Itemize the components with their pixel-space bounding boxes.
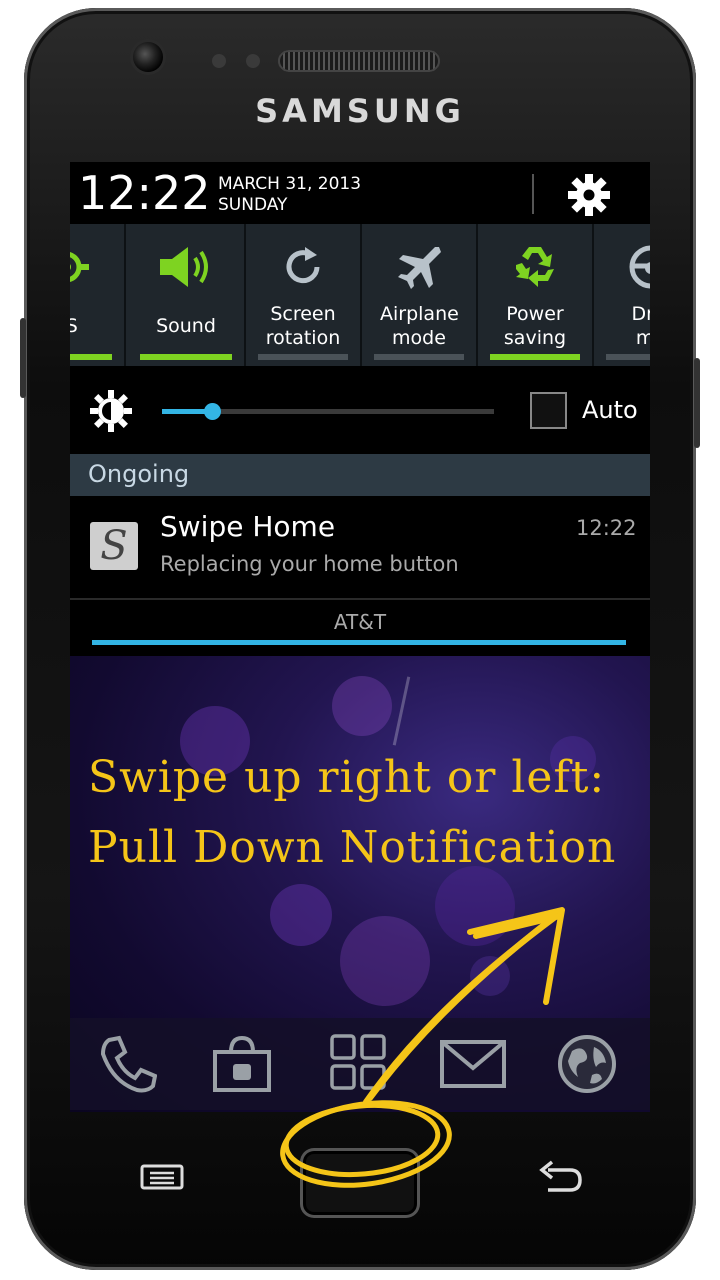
settings-gear-icon[interactable] [566, 172, 612, 218]
toggle-indicator [258, 354, 348, 360]
toggle-label: Driv mo [631, 303, 650, 349]
carrier-footer: AT&T [70, 600, 650, 656]
toggle-label: Airplane mode [380, 303, 459, 349]
toggle-label: Sound [156, 315, 216, 337]
brightness-slider[interactable] [162, 403, 494, 420]
earpiece-speaker [278, 50, 440, 72]
front-camera [133, 42, 163, 72]
phone-icon [100, 1035, 157, 1093]
dock-play-store[interactable] [207, 1032, 277, 1096]
light-sensor [246, 54, 260, 68]
instruction-line-2: Pull Down Notification [88, 822, 617, 873]
toggle-screen-rotation[interactable]: Screen rotation [246, 224, 362, 366]
home-wallpaper: Swipe up right or left: Pull Down Notifi… [70, 656, 650, 1112]
toggle-indicator [606, 354, 650, 360]
brand-logo: SAMSUNG [255, 92, 465, 130]
wallpaper-bokeh [332, 676, 392, 736]
home-button[interactable] [300, 1148, 420, 1218]
power-button[interactable] [694, 358, 700, 448]
wallpaper-bokeh [340, 916, 430, 1006]
menu-key-icon[interactable] [140, 1164, 184, 1190]
wallpaper-bokeh [270, 884, 332, 946]
dock-email[interactable] [438, 1032, 508, 1096]
clock-date: MARCH 31, 2013 SUNDAY [218, 174, 361, 216]
ongoing-header: Ongoing [70, 454, 650, 496]
toggle-indicator [70, 354, 112, 360]
carrier-label: AT&T [333, 610, 387, 634]
toggle-label: Power saving [503, 303, 567, 349]
toggle-airplane-mode[interactable]: Airplane mode [362, 224, 478, 366]
brightness-icon [90, 390, 132, 432]
notification-header: 12:22 MARCH 31, 2013 SUNDAY [70, 162, 650, 224]
auto-brightness-checkbox[interactable] [530, 392, 567, 429]
toggle-indicator [490, 354, 580, 360]
notification-title: Swipe Home [160, 510, 336, 543]
toggle-indicator [140, 354, 232, 360]
speaker-icon [160, 247, 208, 287]
notification-swipe-home[interactable]: S Swipe Home Replacing your home button … [70, 496, 650, 600]
toggle-sound[interactable]: Sound [128, 224, 246, 366]
clock-time: 12:22 [78, 166, 211, 220]
email-icon [440, 1040, 506, 1088]
steering-icon [629, 245, 650, 289]
brightness-slider-thumb[interactable] [203, 403, 221, 420]
panel-handle[interactable] [92, 640, 626, 645]
day-text: SUNDAY [218, 195, 288, 215]
screen: 12:22 MARCH 31, 2013 SUNDAY S Sound Scre… [70, 162, 650, 1112]
proximity-sensor [212, 54, 226, 68]
rotation-icon [286, 247, 320, 284]
header-divider [532, 174, 534, 214]
airplane-icon [398, 247, 441, 289]
dock-browser[interactable] [552, 1032, 622, 1096]
swipe-home-app-icon: S [90, 522, 138, 570]
app-dock [70, 1018, 650, 1110]
gps-icon [70, 252, 89, 282]
play-store-icon [213, 1035, 271, 1092]
toggle-power-saving[interactable]: Power saving [478, 224, 594, 366]
dock-apps[interactable] [324, 1032, 394, 1096]
recycle-icon [516, 247, 554, 287]
apps-grid-icon [330, 1034, 386, 1090]
toggle-gps[interactable]: PS [70, 224, 126, 366]
toggle-label: Screen rotation [265, 303, 341, 349]
volume-button[interactable] [20, 318, 26, 398]
quick-settings-toggles: PS Sound Screen rotation Airplane m [70, 224, 650, 366]
notification-time: 12:22 [576, 516, 637, 540]
wallpaper-bokeh [435, 866, 515, 946]
brightness-panel: Auto [70, 366, 650, 456]
ongoing-label: Ongoing [88, 460, 190, 488]
instruction-line-1: Swipe up right or left: [88, 752, 606, 803]
back-key-icon[interactable] [538, 1160, 584, 1194]
notification-subtitle: Replacing your home button [160, 552, 459, 576]
globe-icon [558, 1035, 616, 1093]
wallpaper-bokeh [470, 956, 510, 996]
wallpaper-streak [392, 676, 411, 746]
auto-brightness-label: Auto [582, 396, 638, 424]
toggle-driving-mode[interactable]: Driv mo [594, 224, 650, 366]
dock-phone[interactable] [92, 1032, 162, 1096]
toggle-indicator [374, 354, 464, 360]
date-text: MARCH 31, 2013 [218, 174, 362, 194]
toggle-label: PS [70, 315, 78, 337]
